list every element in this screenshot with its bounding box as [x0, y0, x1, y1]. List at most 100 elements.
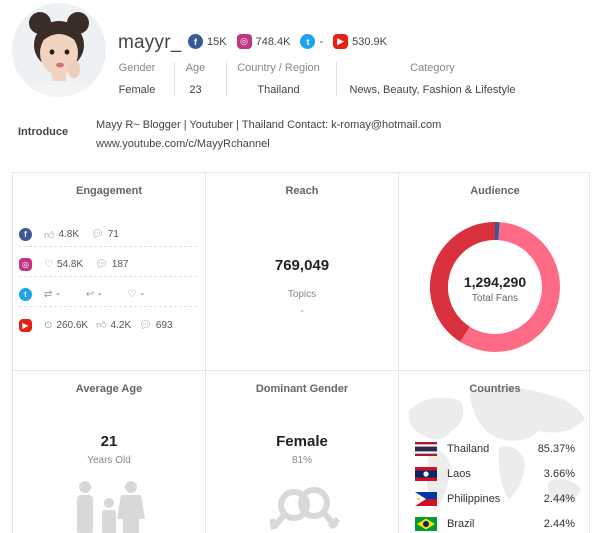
- introduce-bio: Mayy R~ Blogger | Youtuber | Thailand Co…: [96, 119, 442, 131]
- engagement-title: Engagement: [75, 185, 142, 197]
- dominant-gender-percent: 81%: [291, 455, 312, 466]
- category-value: News, Beauty, Fashion & Lifestyle: [349, 84, 516, 96]
- country-name: Thailand: [447, 443, 490, 455]
- family-icon: [77, 481, 145, 533]
- age-value: 23: [189, 84, 202, 96]
- philippines-flag-icon: [415, 492, 437, 506]
- reach-title: Reach: [285, 185, 319, 197]
- twitter-replies: -: [98, 289, 102, 300]
- region-label: Country / Region: [237, 62, 320, 74]
- introduce-label: Introduce: [18, 126, 69, 138]
- category-info: Category News, Beauty, Fashion & Lifesty…: [336, 62, 528, 96]
- engagement-row-instagram: ◎ ♡ 54.8K 💬︎ 187: [19, 253, 197, 277]
- country-row-philippines: Philippines 2.44%: [415, 489, 575, 509]
- dominant-gender-card: Dominant Gender Female 81%: [206, 371, 399, 533]
- youtube-likes: 4.2K: [110, 319, 132, 331]
- youtube-comments: 693: [155, 319, 173, 331]
- introduce-link[interactable]: www.youtube.com/c/MayyRchannel: [96, 135, 441, 154]
- youtube-icon: ▶: [19, 318, 32, 332]
- comment-icon: 💬︎: [139, 319, 152, 331]
- country-percent: 2.44%: [543, 518, 575, 530]
- region-value: Thailand: [257, 84, 300, 96]
- audience-card: Audience 1,294,290 Total Fans: [399, 173, 591, 371]
- country-row-thailand: Thailand 85.37%: [415, 439, 575, 459]
- instagram-icon: ◎: [19, 258, 32, 271]
- reply-icon: ↩: [85, 289, 95, 300]
- youtube-icon: ▶: [333, 34, 349, 49]
- average-age-title: Average Age: [75, 383, 143, 395]
- region-info: Country / Region Thailand: [226, 62, 330, 96]
- age-info: Age 23: [174, 62, 216, 96]
- facebook-icon: f: [188, 34, 203, 49]
- age-label: Age: [185, 62, 206, 74]
- youtube-count[interactable]: ▶ 530.9K: [333, 34, 387, 49]
- comment-icon: 💬︎: [95, 259, 108, 270]
- reach-value: 769,049: [274, 257, 330, 274]
- heart-icon: ♡: [127, 289, 137, 300]
- twitter-followers: -: [319, 35, 324, 48]
- country-row-laos: Laos 3.66%: [415, 464, 575, 484]
- gender-info: Gender Female: [116, 62, 158, 96]
- gender-symbols-icon: [270, 487, 340, 530]
- avatar-photo: [12, 3, 106, 97]
- countries-title: Countries: [469, 383, 521, 395]
- audience-total-label: Total Fans: [471, 293, 519, 304]
- twitter-icon: t: [300, 34, 316, 49]
- countries-card: Countries Thailand 85.37% Laos 3.66% Phi…: [399, 371, 591, 533]
- instagram-followers: 748.4K: [255, 35, 291, 48]
- engagement-row-youtube: ▶ ⊙ 260.6K 👍︎ 4.2K 💬︎ 693: [19, 313, 197, 337]
- facebook-comments: 71: [107, 229, 119, 240]
- views-icon: ⊙: [44, 319, 53, 331]
- facebook-likes: 4.8K: [58, 229, 80, 240]
- youtube-subscribers: 530.9K: [352, 35, 387, 48]
- country-percent: 3.66%: [543, 468, 575, 480]
- average-age-unit: Years Old: [87, 455, 131, 466]
- topics-label: Topics: [287, 289, 317, 300]
- facebook-count[interactable]: f 15K: [188, 34, 227, 49]
- country-name: Philippines: [447, 493, 501, 505]
- reach-card: Reach 769,049 Topics -: [206, 173, 399, 371]
- country-percent: 2.44%: [543, 493, 575, 505]
- average-age-card: Average Age 21 Years Old: [13, 371, 206, 533]
- twitter-count[interactable]: t -: [300, 34, 323, 49]
- social-counts: f 15K ◎ 748.4K t - ▶ 530.9K: [188, 34, 387, 49]
- facebook-followers: 15K: [207, 35, 227, 48]
- twitter-icon: t: [19, 288, 32, 301]
- instagram-likes: 54.8K: [56, 259, 84, 270]
- facebook-icon: f: [19, 228, 32, 241]
- topics-value: -: [300, 306, 304, 317]
- youtube-views: 260.6K: [56, 319, 89, 331]
- average-age-value: 21: [100, 433, 118, 450]
- thumbs-up-icon: 👍︎: [44, 229, 55, 241]
- audience-title: Audience: [470, 185, 520, 197]
- twitter-retweets: -: [56, 289, 60, 300]
- engagement-row-facebook: f 👍︎ 4.8K 💬︎ 71: [19, 223, 197, 247]
- comment-icon: 💬︎: [91, 229, 104, 240]
- avatar[interactable]: [12, 3, 106, 97]
- instagram-comments: 187: [111, 259, 129, 270]
- username: mayyr_: [118, 32, 182, 53]
- introduce-text: Mayy R~ Blogger | Youtuber | Thailand Co…: [96, 116, 441, 154]
- gender-label: Gender: [118, 62, 156, 74]
- category-label: Category: [410, 62, 455, 74]
- dominant-gender-title: Dominant Gender: [255, 383, 349, 395]
- retweet-icon: ⇄: [44, 289, 53, 300]
- thumbs-up-icon: 👍︎: [96, 320, 107, 331]
- country-name: Brazil: [447, 518, 475, 530]
- twitter-likes: -: [140, 289, 144, 300]
- instagram-count[interactable]: ◎ 748.4K: [236, 34, 291, 49]
- engagement-row-twitter: t ⇄ - ↩ - ♡ -: [19, 283, 197, 307]
- instagram-icon: ◎: [236, 34, 252, 49]
- thailand-flag-icon: [415, 442, 437, 456]
- country-name: Laos: [447, 468, 471, 480]
- engagement-card: Engagement f 👍︎ 4.8K 💬︎ 71 ◎ ♡ 54.8K 💬︎ 187 …: [13, 173, 206, 371]
- audience-total: 1,294,290: [463, 274, 527, 290]
- gender-value: Female: [118, 84, 156, 96]
- country-row-brazil: Brazil 2.44%: [415, 514, 575, 533]
- laos-flag-icon: [415, 467, 437, 481]
- brazil-flag-icon: [415, 517, 437, 531]
- stats-grid: Engagement f 👍︎ 4.8K 💬︎ 71 ◎ ♡ 54.8K 💬︎ 187 …: [12, 172, 591, 533]
- heart-icon: ♡: [44, 259, 53, 270]
- dominant-gender-value: Female: [276, 433, 328, 450]
- country-percent: 85.37%: [537, 443, 575, 455]
